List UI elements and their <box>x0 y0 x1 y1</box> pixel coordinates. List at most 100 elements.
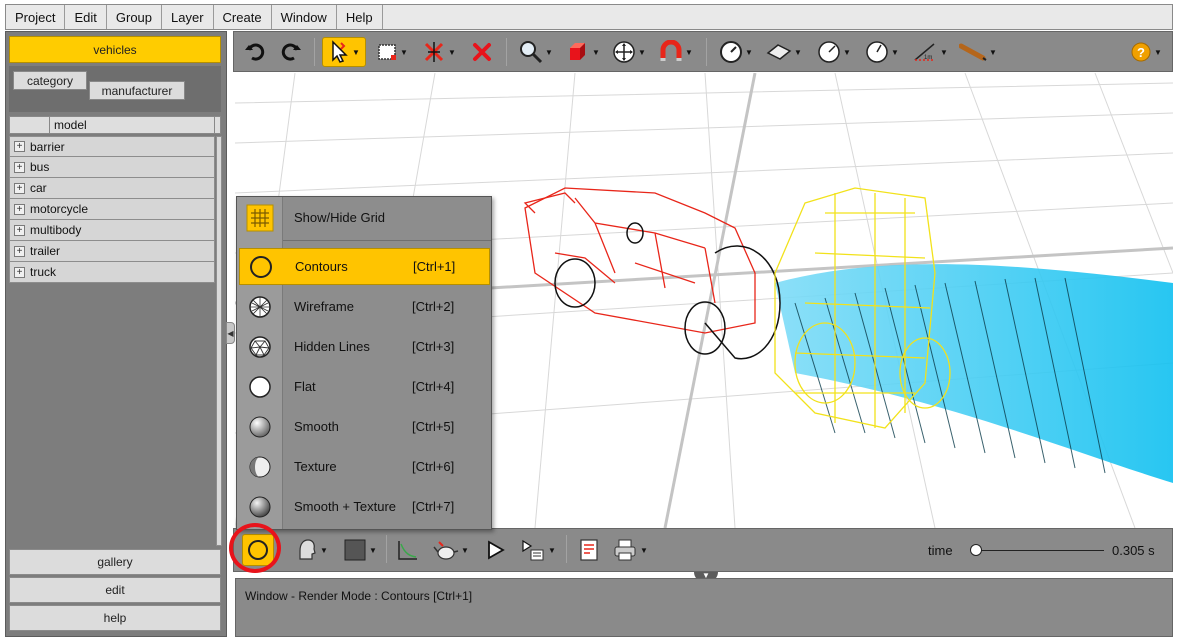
plane-icon <box>766 44 792 60</box>
redo-icon <box>281 43 301 61</box>
filter-tab-manufacturer[interactable]: manufacturer <box>89 81 185 100</box>
teapot-button[interactable]: ▼ <box>428 534 474 566</box>
playback-options-button[interactable]: ▼ <box>516 534 560 566</box>
menu-item-contours[interactable]: Contours [Ctrl+1] <box>239 248 490 285</box>
undo-button[interactable] <box>240 37 270 67</box>
pen-tool-button[interactable]: ▼ <box>956 37 1000 67</box>
menu-edit[interactable]: Edit <box>65 5 107 29</box>
chevron-down-icon[interactable]: ▼ <box>891 48 899 57</box>
expand-icon[interactable]: + <box>14 182 25 194</box>
menu-group[interactable]: Group <box>107 5 163 29</box>
chevron-down-icon[interactable]: ▼ <box>548 546 556 555</box>
pan-icon <box>613 41 635 63</box>
pan-button[interactable]: ▼ <box>608 37 650 67</box>
toolbar-separator <box>506 38 507 66</box>
chevron-down-icon[interactable]: ▼ <box>640 546 648 555</box>
menu-project[interactable]: Project <box>6 5 66 29</box>
menu-item-label: Hidden Lines <box>294 339 370 354</box>
expand-icon[interactable]: + <box>14 266 25 278</box>
chevron-down-icon[interactable]: ▼ <box>369 546 377 555</box>
model-column-label: model <box>54 118 87 132</box>
expand-icon[interactable]: + <box>14 224 25 236</box>
tree-item-trailer[interactable]: + trailer <box>9 241 215 262</box>
speed-dial-icon <box>818 41 840 63</box>
measure-label: 1m <box>924 55 932 61</box>
chevron-down-icon[interactable]: ▼ <box>989 48 997 57</box>
object-button[interactable]: ▼ <box>562 37 604 67</box>
menu-item-texture[interactable]: Texture [Ctrl+6] <box>239 448 490 485</box>
tree-item-car[interactable]: + car <box>9 178 215 199</box>
tree-item-barrier[interactable]: + barrier <box>9 136 215 157</box>
chevron-down-icon[interactable]: ▼ <box>745 48 753 57</box>
tab-vehicles[interactable]: vehicles <box>9 36 221 63</box>
menu-bar: Project Edit Group Layer Create Window H… <box>5 4 1173 30</box>
tree-scrollbar[interactable] <box>216 136 222 546</box>
chevron-down-icon[interactable]: ▼ <box>320 546 328 555</box>
chevron-down-icon[interactable]: ▼ <box>352 48 360 57</box>
chevron-down-icon[interactable]: ▼ <box>794 48 802 57</box>
chevron-down-icon[interactable]: ▼ <box>638 48 646 57</box>
menu-item-wireframe[interactable]: Wireframe [Ctrl+2] <box>239 288 490 325</box>
menu-item-flat[interactable]: Flat [Ctrl+4] <box>239 368 490 405</box>
menu-item-show-hide-grid[interactable]: Show/Hide Grid <box>239 199 490 236</box>
chevron-down-icon[interactable]: ▼ <box>592 48 600 57</box>
speed-dial-button[interactable]: ▼ <box>812 37 856 67</box>
tree-item-truck[interactable]: + truck <box>9 262 215 283</box>
time-slider-thumb[interactable] <box>970 544 982 556</box>
chevron-down-icon[interactable]: ▼ <box>685 48 693 57</box>
graph-button[interactable] <box>392 534 424 566</box>
time-slider-track[interactable] <box>976 550 1104 551</box>
print-button[interactable]: ▼ <box>608 534 652 566</box>
menu-item-smooth[interactable]: Smooth [Ctrl+5] <box>239 408 490 445</box>
filter-tab-category[interactable]: category <box>13 71 87 90</box>
filter-tabs: category manufacturer <box>9 66 221 112</box>
collapse-panel-handle[interactable]: ◀ <box>226 322 235 344</box>
zoom-button[interactable]: ▼ <box>514 37 558 67</box>
rectangle-select-button[interactable]: ▼ <box>372 37 412 67</box>
color-button[interactable]: ▼ <box>340 534 380 566</box>
model-column-header[interactable]: model <box>9 116 221 134</box>
chevron-down-icon[interactable]: ▼ <box>940 48 948 57</box>
render-mode-menu: Show/Hide Grid Contours [Ctrl+1] Wirefra… <box>236 196 492 530</box>
menu-item-hidden-lines[interactable]: Hidden Lines [Ctrl+3] <box>239 328 490 365</box>
menu-item-smooth-texture[interactable]: Smooth + Texture [Ctrl+7] <box>239 488 490 525</box>
expand-icon[interactable]: + <box>14 141 25 152</box>
play-button[interactable] <box>480 534 510 566</box>
redo-button[interactable] <box>276 37 306 67</box>
unlink-button[interactable]: ▼ <box>418 37 460 67</box>
select-tool-button[interactable]: ▼ <box>322 37 366 67</box>
tree-item-bus[interactable]: + bus <box>9 157 215 178</box>
menu-window[interactable]: Window <box>272 5 337 29</box>
chevron-down-icon[interactable]: ▼ <box>400 48 408 57</box>
cube-icon <box>570 43 586 60</box>
plane-button[interactable]: ▼ <box>762 37 806 67</box>
tree-item-label: truck <box>30 265 57 279</box>
head-view-button[interactable]: ▼ <box>288 534 334 566</box>
menu-help[interactable]: Help <box>337 5 383 29</box>
dial-button[interactable]: ▼ <box>860 37 904 67</box>
tree-item-motorcycle[interactable]: + motorcycle <box>9 199 215 220</box>
tab-help[interactable]: help <box>9 605 221 631</box>
menu-create[interactable]: Create <box>214 5 272 29</box>
report-button[interactable] <box>574 534 604 566</box>
tab-gallery[interactable]: gallery <box>9 549 221 575</box>
tab-edit[interactable]: edit <box>9 577 221 603</box>
menu-layer[interactable]: Layer <box>162 5 214 29</box>
chevron-down-icon[interactable]: ▼ <box>843 48 851 57</box>
menu-item-shortcut: [Ctrl+4] <box>412 379 455 394</box>
delete-button[interactable] <box>466 37 498 67</box>
expand-icon[interactable]: + <box>14 245 25 257</box>
printer-icon <box>614 539 636 561</box>
chevron-down-icon[interactable]: ▼ <box>545 48 553 57</box>
expand-icon[interactable]: + <box>14 161 25 173</box>
zoom-icon <box>520 41 543 64</box>
expand-icon[interactable]: + <box>14 203 25 215</box>
chevron-down-icon[interactable]: ▼ <box>461 546 469 555</box>
chevron-down-icon[interactable]: ▼ <box>1154 48 1162 57</box>
help-button[interactable]: ? ▼ <box>1126 37 1166 67</box>
measure-button[interactable]: 1m ▼ <box>908 37 952 67</box>
magnet-button[interactable]: ▼ <box>654 37 698 67</box>
tree-item-multibody[interactable]: + multibody <box>9 220 215 241</box>
chevron-down-icon[interactable]: ▼ <box>448 48 456 57</box>
gauge-button[interactable]: ▼ <box>714 37 758 67</box>
